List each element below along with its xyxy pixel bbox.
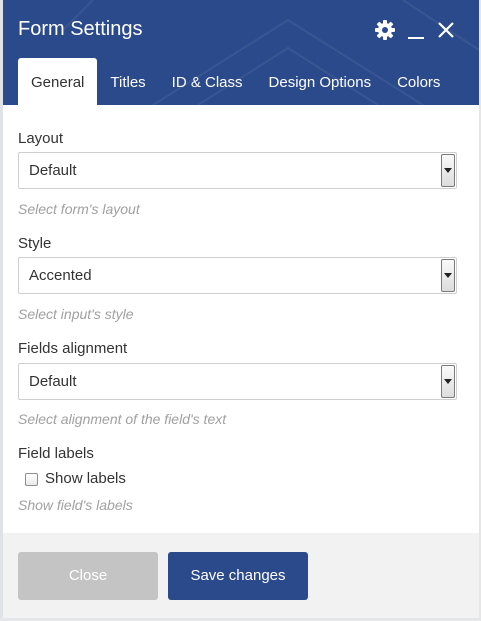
close-dialog-button[interactable] xyxy=(434,17,458,43)
close-button[interactable]: Close xyxy=(18,552,158,600)
show-labels-checkbox[interactable] xyxy=(25,473,38,486)
settings-button[interactable] xyxy=(373,17,397,43)
style-select-value: Accented xyxy=(29,267,92,284)
alignment-dropdown-arrow[interactable] xyxy=(441,365,455,398)
layout-label: Layout xyxy=(18,130,64,147)
layout-select[interactable]: Default xyxy=(18,152,457,189)
alignment-label: Fields alignment xyxy=(18,340,128,357)
tab-colors[interactable]: Colors xyxy=(384,58,453,105)
minimize-button[interactable] xyxy=(404,17,428,43)
caret-down-icon xyxy=(444,273,452,278)
alignment-select-value: Default xyxy=(29,373,77,390)
dialog-footer: Close Save changes xyxy=(3,533,479,618)
alignment-help: Select alignment of the field's text xyxy=(18,411,227,427)
close-icon xyxy=(438,22,454,38)
style-select[interactable]: Accented xyxy=(18,257,457,294)
tab-titles[interactable]: Titles xyxy=(97,58,158,105)
tab-bar: General Titles ID & Class Design Options… xyxy=(18,58,453,105)
tab-id-class[interactable]: ID & Class xyxy=(159,58,256,105)
alignment-select[interactable]: Default xyxy=(18,363,457,400)
minimize-icon xyxy=(408,37,424,39)
layout-dropdown-arrow[interactable] xyxy=(441,154,455,187)
caret-down-icon xyxy=(444,379,452,384)
style-help: Select input's style xyxy=(18,306,134,322)
style-dropdown-arrow[interactable] xyxy=(441,259,455,292)
gear-icon xyxy=(375,20,395,40)
dialog-title: Form Settings xyxy=(18,18,143,40)
field-labels-label: Field labels xyxy=(18,445,94,462)
show-labels-checkbox-label[interactable]: Show labels xyxy=(45,470,126,488)
save-changes-button[interactable]: Save changes xyxy=(168,552,308,600)
dialog-header: Form Settings General Titles ID & Class … xyxy=(3,0,479,105)
layout-select-value: Default xyxy=(29,162,77,179)
tab-design-options[interactable]: Design Options xyxy=(256,58,385,105)
style-label: Style xyxy=(18,235,52,252)
caret-down-icon xyxy=(444,168,452,173)
field-labels-help: Show field's labels xyxy=(18,497,133,513)
layout-help: Select form's layout xyxy=(18,201,140,217)
tab-general[interactable]: General xyxy=(18,58,98,105)
form-settings-dialog: Form Settings General Titles ID & Class … xyxy=(3,0,479,618)
